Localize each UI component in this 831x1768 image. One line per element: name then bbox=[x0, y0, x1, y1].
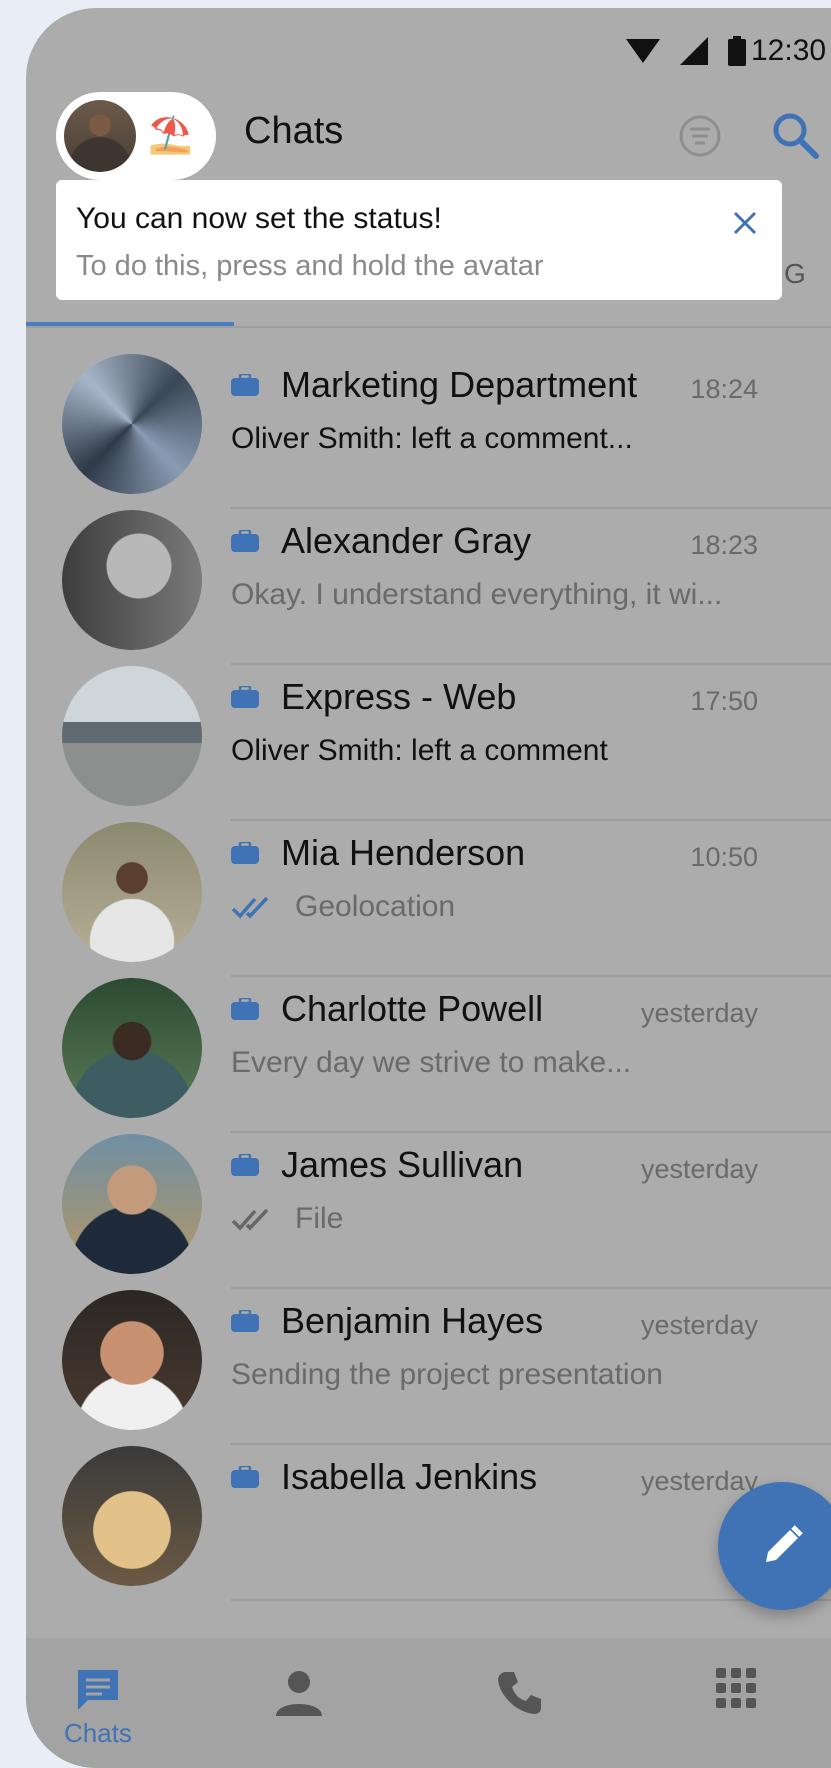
avatar bbox=[62, 510, 202, 650]
briefcase-icon bbox=[231, 1310, 259, 1332]
double-check-icon bbox=[231, 1208, 269, 1231]
avatar bbox=[64, 100, 136, 172]
chat-time: 18:23 bbox=[690, 530, 758, 560]
avatar bbox=[62, 354, 202, 494]
briefcase-icon bbox=[231, 1154, 259, 1176]
briefcase-icon bbox=[231, 374, 259, 396]
chat-row[interactable]: Mia Henderson 10:50 Geolocation bbox=[26, 802, 831, 977]
chat-sender: Oliver Smith: bbox=[231, 422, 403, 455]
chat-title-row: Alexander Gray bbox=[231, 520, 531, 562]
chat-title-row: James Sullivan bbox=[231, 1144, 523, 1186]
close-icon[interactable] bbox=[730, 208, 760, 238]
app-screen: 12:30 ⛱️ Chats You can now set the statu… bbox=[26, 8, 831, 1768]
tab-divider bbox=[26, 326, 831, 328]
chat-name: Benjamin Hayes bbox=[281, 1300, 544, 1341]
pencil-icon bbox=[766, 1525, 803, 1562]
briefcase-icon bbox=[231, 998, 259, 1020]
briefcase-icon bbox=[231, 842, 259, 864]
chat-time: 17:50 bbox=[690, 686, 758, 716]
row-divider bbox=[231, 1599, 831, 1601]
apps-grid-icon bbox=[716, 1668, 756, 1708]
chat-name: Isabella Jenkins bbox=[281, 1456, 538, 1497]
contacts-icon bbox=[276, 1671, 322, 1716]
signal-icon bbox=[680, 37, 708, 65]
profile-avatar-button[interactable]: ⛱️ bbox=[56, 92, 216, 180]
chat-row[interactable]: Isabella Jenkins yesterday bbox=[26, 1426, 831, 1601]
avatar bbox=[62, 822, 202, 962]
chat-title-row: Benjamin Hayes bbox=[231, 1300, 543, 1342]
chat-time: yesterday bbox=[640, 1466, 758, 1496]
chat-name: Charlotte Powell bbox=[281, 988, 544, 1029]
chat-row[interactable]: Charlotte Powell yesterday Every day we st… bbox=[26, 958, 831, 1133]
chat-preview: Oliver Smith: left a comment bbox=[231, 734, 608, 768]
nav-contacts[interactable] bbox=[274, 1668, 324, 1718]
double-check-icon bbox=[231, 896, 269, 919]
chat-time: yesterday bbox=[640, 1310, 758, 1340]
chat-time: 18:24 bbox=[690, 374, 758, 404]
briefcase-icon bbox=[231, 1466, 259, 1488]
nav-chats[interactable]: Chats bbox=[64, 1668, 132, 1749]
status-emoji: ⛱️ bbox=[148, 114, 193, 155]
avatar bbox=[62, 978, 202, 1118]
chat-title-row: Mia Henderson bbox=[231, 832, 525, 874]
briefcase-icon bbox=[231, 530, 259, 552]
chats-icon bbox=[77, 1670, 118, 1710]
chat-message: Geolocation bbox=[295, 890, 456, 923]
chat-title-row: Isabella Jenkins bbox=[231, 1456, 537, 1498]
chat-row[interactable]: Alexander Gray 18:23 Okay. I understand ev… bbox=[26, 490, 831, 665]
chat-name: James Sullivan bbox=[281, 1144, 524, 1185]
chat-title-row: Charlotte Powell bbox=[231, 988, 543, 1030]
chat-row[interactable]: Express - Web 17:50 Oliver Smith: left a c… bbox=[26, 646, 831, 821]
battery-icon bbox=[728, 36, 746, 66]
header: ⛱️ Chats bbox=[26, 86, 831, 186]
status-time: 12:30 bbox=[751, 34, 827, 67]
nav-chats-label: Chats bbox=[64, 1718, 132, 1748]
avatar bbox=[62, 1446, 202, 1586]
tab-partial[interactable]: G bbox=[784, 258, 806, 290]
chat-row[interactable]: James Sullivan yesterday File bbox=[26, 1114, 831, 1289]
chat-message: Every day we strive to make... bbox=[231, 1046, 632, 1079]
chat-sender: Oliver Smith: bbox=[231, 734, 403, 767]
page-title: Chats bbox=[244, 110, 344, 152]
chat-time: yesterday bbox=[640, 998, 758, 1028]
chat-title-row: Marketing Department bbox=[231, 364, 637, 406]
chat-preview: Okay. I understand everything, it wi... bbox=[231, 578, 722, 612]
chat-title-row: Express - Web bbox=[231, 676, 516, 718]
phone-icon bbox=[498, 1672, 541, 1714]
chat-row[interactable]: Marketing Department 18:24 Oliver Smith: l… bbox=[26, 334, 831, 509]
wifi-icon bbox=[626, 39, 660, 63]
chat-preview: Sending the project presentation bbox=[231, 1358, 663, 1392]
chat-row[interactable]: Benjamin Hayes yesterday Sending the proje… bbox=[26, 1270, 831, 1445]
chat-preview: Oliver Smith: left a comment... bbox=[231, 422, 633, 456]
bottom-nav: Chats bbox=[26, 1638, 831, 1768]
chat-name: Marketing Department bbox=[281, 364, 638, 405]
chat-message: left a comment... bbox=[402, 422, 633, 455]
chat-preview: Every day we strive to make... bbox=[231, 1046, 631, 1080]
tooltip-title: You can now set the status! bbox=[76, 202, 442, 235]
chat-time: yesterday bbox=[640, 1154, 758, 1184]
chat-message: Okay. I understand everything, it wi... bbox=[231, 578, 723, 611]
chat-preview: File bbox=[231, 1202, 343, 1236]
chat-name: Mia Henderson bbox=[281, 832, 526, 873]
tooltip-subtitle: To do this, press and hold the avatar bbox=[76, 250, 544, 282]
status-icons bbox=[626, 36, 746, 66]
avatar bbox=[62, 666, 202, 806]
chat-message: left a comment bbox=[402, 734, 608, 767]
chat-name: Alexander Gray bbox=[281, 520, 532, 561]
status-bar: 12:30 bbox=[26, 8, 831, 88]
nav-apps[interactable] bbox=[716, 1668, 756, 1708]
nav-calls[interactable] bbox=[496, 1668, 544, 1716]
chat-name: Express - Web bbox=[281, 676, 517, 717]
filter-icon[interactable] bbox=[678, 114, 722, 158]
briefcase-icon bbox=[231, 686, 259, 708]
search-icon[interactable] bbox=[770, 110, 822, 162]
avatar bbox=[62, 1290, 202, 1430]
status-tooltip: You can now set the status! To do this, … bbox=[56, 180, 782, 300]
avatar bbox=[62, 1134, 202, 1274]
chat-message: Sending the project presentation bbox=[231, 1358, 663, 1391]
chat-message: File bbox=[295, 1202, 344, 1235]
chat-time: 10:50 bbox=[690, 842, 758, 872]
chat-preview: Geolocation bbox=[231, 890, 455, 924]
